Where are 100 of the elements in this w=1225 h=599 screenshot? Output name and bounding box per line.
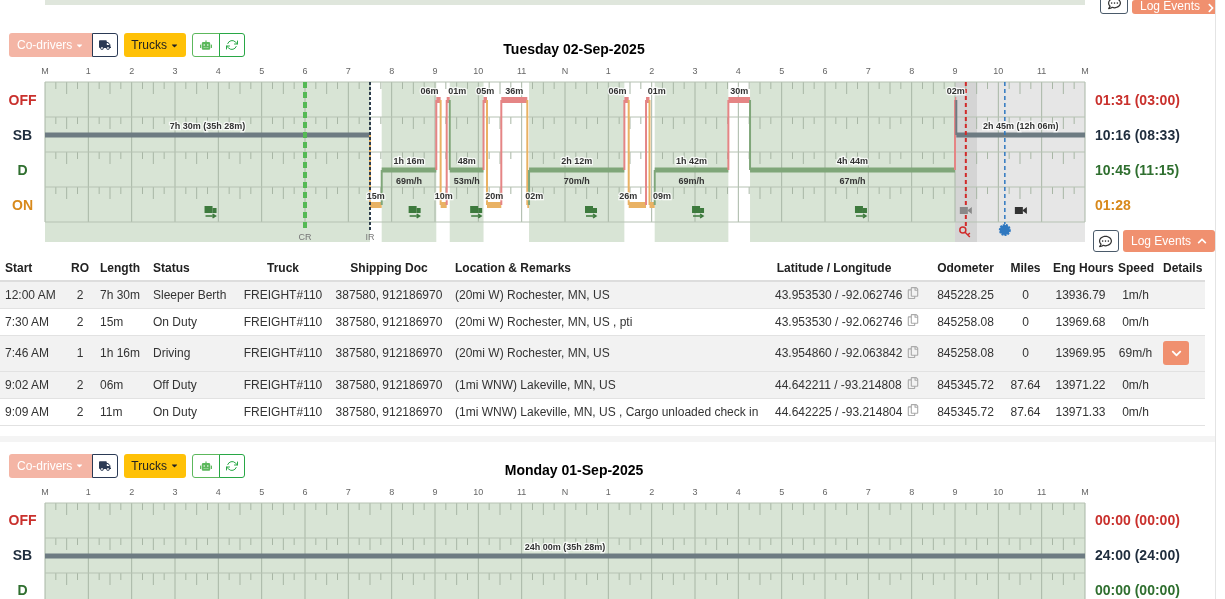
- table-cell: 11m: [95, 398, 148, 425]
- table-cell: 845258.08: [928, 335, 1003, 371]
- table-cell: On Duty: [148, 308, 238, 335]
- hour-label: 6: [302, 66, 308, 76]
- hour-label: 3: [172, 486, 178, 497]
- table-cell: 7:46 AM: [0, 335, 65, 371]
- duration-label: 1h 42m: [676, 156, 708, 166]
- hour-label: 11: [1037, 66, 1047, 76]
- hour-label: 2: [649, 486, 655, 497]
- table-cell: 1h 16m: [95, 335, 148, 371]
- trucks-dropdown[interactable]: Trucks: [124, 33, 186, 57]
- hour-label: M: [41, 66, 49, 76]
- table-cell: 1: [65, 335, 95, 371]
- hour-label: 1: [605, 486, 611, 497]
- hour-label: 5: [259, 486, 265, 497]
- hour-label: N: [561, 66, 569, 76]
- chevron-right-icon: [1206, 3, 1215, 13]
- robot-button[interactable]: [191, 33, 220, 57]
- event-row[interactable]: 9:02 AM 2 06m Off Duty FREIGHT#110 387580, 912186970 (1mi WNW) Lakeville, MN, US 44.642211 / -93.214808 845345.72 87.64 13971.22 0m/h: [0, 371, 1205, 398]
- camera-icon: [1014, 207, 1027, 214]
- table-cell: 9:09 AM: [0, 398, 65, 425]
- hour-label: 8: [389, 66, 395, 76]
- status-label: D: [16, 160, 29, 180]
- duration-label: 7h 30m (35h 28m): [169, 121, 246, 131]
- copy-icon[interactable]: [907, 314, 919, 326]
- caret-icon: [75, 461, 85, 470]
- duration-label: 24h 00m (35h 28m): [524, 541, 606, 552]
- status-label: OFF: [7, 90, 38, 110]
- hour-label: 4: [735, 486, 741, 497]
- robot-icon: [199, 459, 212, 472]
- table-cell: 387580, 912186970: [328, 308, 450, 335]
- table-cell: 06m: [95, 371, 148, 398]
- details-button[interactable]: [1163, 341, 1189, 365]
- duration-label: 06m: [608, 86, 627, 96]
- hour-label: M: [1081, 66, 1089, 76]
- truck-icon: [692, 206, 705, 219]
- event-row[interactable]: 7:46 AM 1 1h 16m Driving FREIGHT#110 387580, 912186970 (20mi W) Rochester, MN, US 43.954860 / -92.063842 845258.08 0 13969.95 69m/h: [0, 335, 1205, 371]
- truck-icon: [204, 206, 217, 219]
- table-cell: 2: [65, 308, 95, 335]
- duty-status-segment: [728, 97, 751, 103]
- hour-label: 3: [692, 486, 698, 497]
- truck-button[interactable]: [92, 33, 119, 57]
- table-cell: (1mi WNW) Lakeville, MN, US , Cargo unloaded check in: [450, 398, 770, 425]
- speed-label: 70m/h: [563, 176, 590, 186]
- truck-button[interactable]: [92, 453, 119, 478]
- status-total: 01:31 (03:00): [1095, 90, 1181, 110]
- marker-label: IR: [365, 232, 375, 242]
- duty-status-segment: [483, 97, 487, 103]
- event-row[interactable]: 7:30 AM 2 15m On Duty FREIGHT#110 387580, 912186970 (20mi W) Rochester, MN, US , pti 43.953530 / -92.062746 845258.08 0 13969.68 0m/h: [0, 308, 1205, 335]
- table-cell: (20mi W) Rochester, MN, US: [450, 335, 770, 371]
- status-label: SB: [11, 546, 34, 565]
- table-cell: 2: [65, 281, 95, 308]
- hour-label: 3: [172, 66, 178, 76]
- table-cell: (1mi WNW) Lakeville, MN, US: [450, 371, 770, 398]
- table-cell: 845228.25: [928, 281, 1003, 308]
- table-cell: 387580, 912186970: [328, 335, 450, 371]
- copy-icon[interactable]: [907, 404, 919, 416]
- hour-label: 10: [473, 486, 484, 497]
- hour-label: 11: [517, 66, 527, 76]
- table-cell: 0m/h: [1113, 308, 1158, 335]
- hour-label: 9: [952, 66, 958, 76]
- table-cell: FREIGHT#110: [238, 335, 328, 371]
- copy-icon[interactable]: [907, 345, 919, 358]
- copy-icon[interactable]: [907, 377, 919, 389]
- hour-label: 6: [822, 486, 828, 497]
- comment-button[interactable]: [1093, 230, 1119, 252]
- truck-icon: [585, 206, 598, 219]
- table-cell: 387580, 912186970: [328, 281, 450, 308]
- duty-status-segment: [487, 202, 502, 208]
- table-cell: 13969.95: [1048, 335, 1113, 371]
- trucks-dropdown[interactable]: Trucks: [124, 453, 186, 478]
- table-cell: 7h 30m: [95, 281, 148, 308]
- table-cell: 845345.72: [928, 398, 1003, 425]
- table-cell: 0: [1003, 335, 1048, 371]
- hour-label: 4: [215, 66, 221, 76]
- connector-line: [749, 99, 752, 171]
- table-cell: 69m/h: [1113, 335, 1158, 371]
- table-cell: 2: [65, 371, 95, 398]
- duty-status-segment: [527, 202, 530, 208]
- duration-label: 1h 16m: [393, 156, 425, 166]
- speed-label: 53m/h: [453, 176, 480, 186]
- status-total: 00:00 (00:00): [1095, 581, 1181, 599]
- refresh-button[interactable]: [218, 453, 245, 478]
- hour-label: 9: [432, 66, 438, 76]
- duration-label: 06m: [420, 86, 439, 96]
- table-cell: FREIGHT#110: [238, 308, 328, 335]
- event-row[interactable]: 9:09 AM 2 11m On Duty FREIGHT#110 387580, 912186970 (1mi WNW) Lakeville, MN, US , Cargo unloaded check in 44.642225 / -93.214804 845345.72 87.64 13971.33 0m/h: [0, 398, 1205, 425]
- table-cell: Off Duty: [148, 371, 238, 398]
- duration-label: 01m: [448, 86, 467, 96]
- table-cell: 13971.22: [1048, 371, 1113, 398]
- truck-icon: [99, 39, 112, 51]
- robot-button[interactable]: [191, 453, 220, 478]
- gear-icon: [998, 224, 1011, 236]
- table-cell: (20mi W) Rochester, MN, US: [450, 281, 770, 308]
- hour-label: 8: [389, 486, 395, 497]
- refresh-button[interactable]: [218, 33, 245, 57]
- hour-label: 3: [692, 66, 698, 76]
- table-cell: (20mi W) Rochester, MN, US , pti: [450, 308, 770, 335]
- hour-label: 2: [649, 66, 655, 76]
- copy-icon[interactable]: [907, 287, 919, 300]
